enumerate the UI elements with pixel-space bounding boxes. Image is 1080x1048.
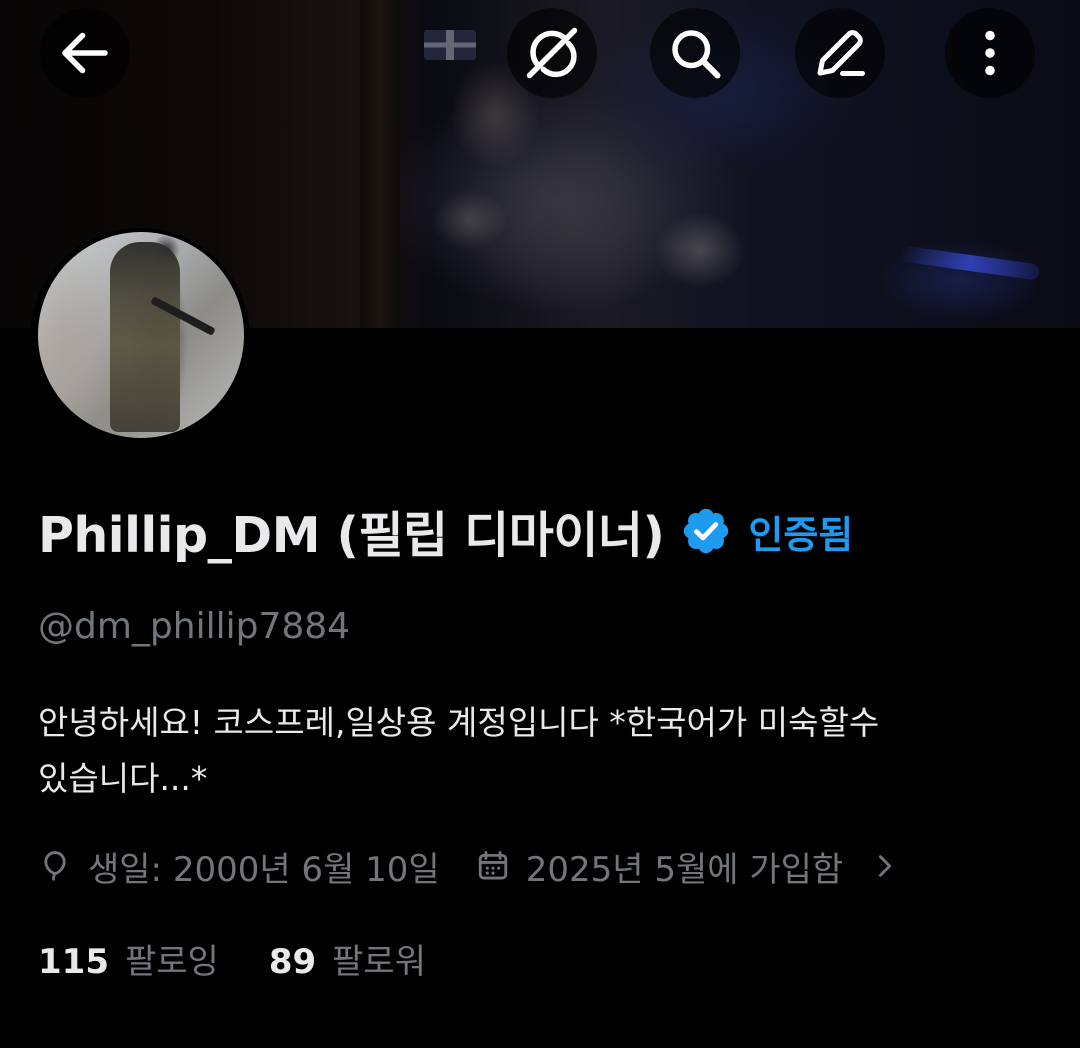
user-handle: @dm_phillip7884 [38,606,351,647]
search-icon [672,30,721,79]
birthday-text: 생일: 2000년 6월 10일 [88,849,440,890]
edit-button[interactable] [795,8,885,98]
follow-stats: 115 팔로잉 89 팔로워 [38,930,426,986]
following-label: 팔로잉 [124,941,219,982]
following-link[interactable]: 115 팔로잉 [38,934,219,983]
avatar[interactable] [38,232,244,438]
followers-label: 팔로워 [332,941,426,982]
joined-text: 2025년 5월에 가입함 [525,849,844,890]
banner-light-glow [899,245,1041,281]
back-button[interactable] [40,8,130,98]
chevron-right-icon[interactable] [871,852,899,880]
banner-door-shape [360,0,400,328]
verified-label[interactable]: 인증됨 [748,504,853,559]
followers-link[interactable]: 89 팔로워 [269,934,426,983]
grok-button[interactable] [507,8,597,98]
grok-icon [526,27,578,79]
profile-meta-row[interactable]: 생일: 2000년 6월 10일 2025년 5월에 가입함 [38,838,899,894]
banner-flag-patch [424,30,476,60]
calendar-icon [478,851,507,880]
joined-item: 2025년 5월에 가입함 [476,842,843,891]
followers-count: 89 [268,941,317,982]
more-vertical-icon [985,30,995,76]
arrow-left-icon [62,32,108,74]
birthday-item: 생일: 2000년 6월 10일 [38,842,440,891]
search-button[interactable] [650,8,740,98]
display-name: Phillip_DM (필립 디마이너) [38,506,665,564]
verified-badge-icon[interactable] [680,505,732,557]
balloon-icon [44,851,66,881]
more-options-button[interactable] [945,8,1035,98]
bio-line-2: 있습니다...* [38,759,208,798]
name-row: Phillip_DM (필립 디마이너) 인증됨 [38,498,853,564]
profile-bio: 안녕하세요! 코스프레,일상용 계정입니다 *한국어가 미숙할수 있습니다...… [38,695,1048,807]
avatar-figure [110,242,180,432]
following-count: 115 [38,941,109,982]
edit-pencil-icon [817,30,865,76]
bio-line-1: 안녕하세요! 코스프레,일상용 계정입니다 *한국어가 미숙할수 [38,703,880,742]
profile-page: Phillip_DM (필립 디마이너) 인증됨 @dm_phillip7884… [0,0,1080,1048]
